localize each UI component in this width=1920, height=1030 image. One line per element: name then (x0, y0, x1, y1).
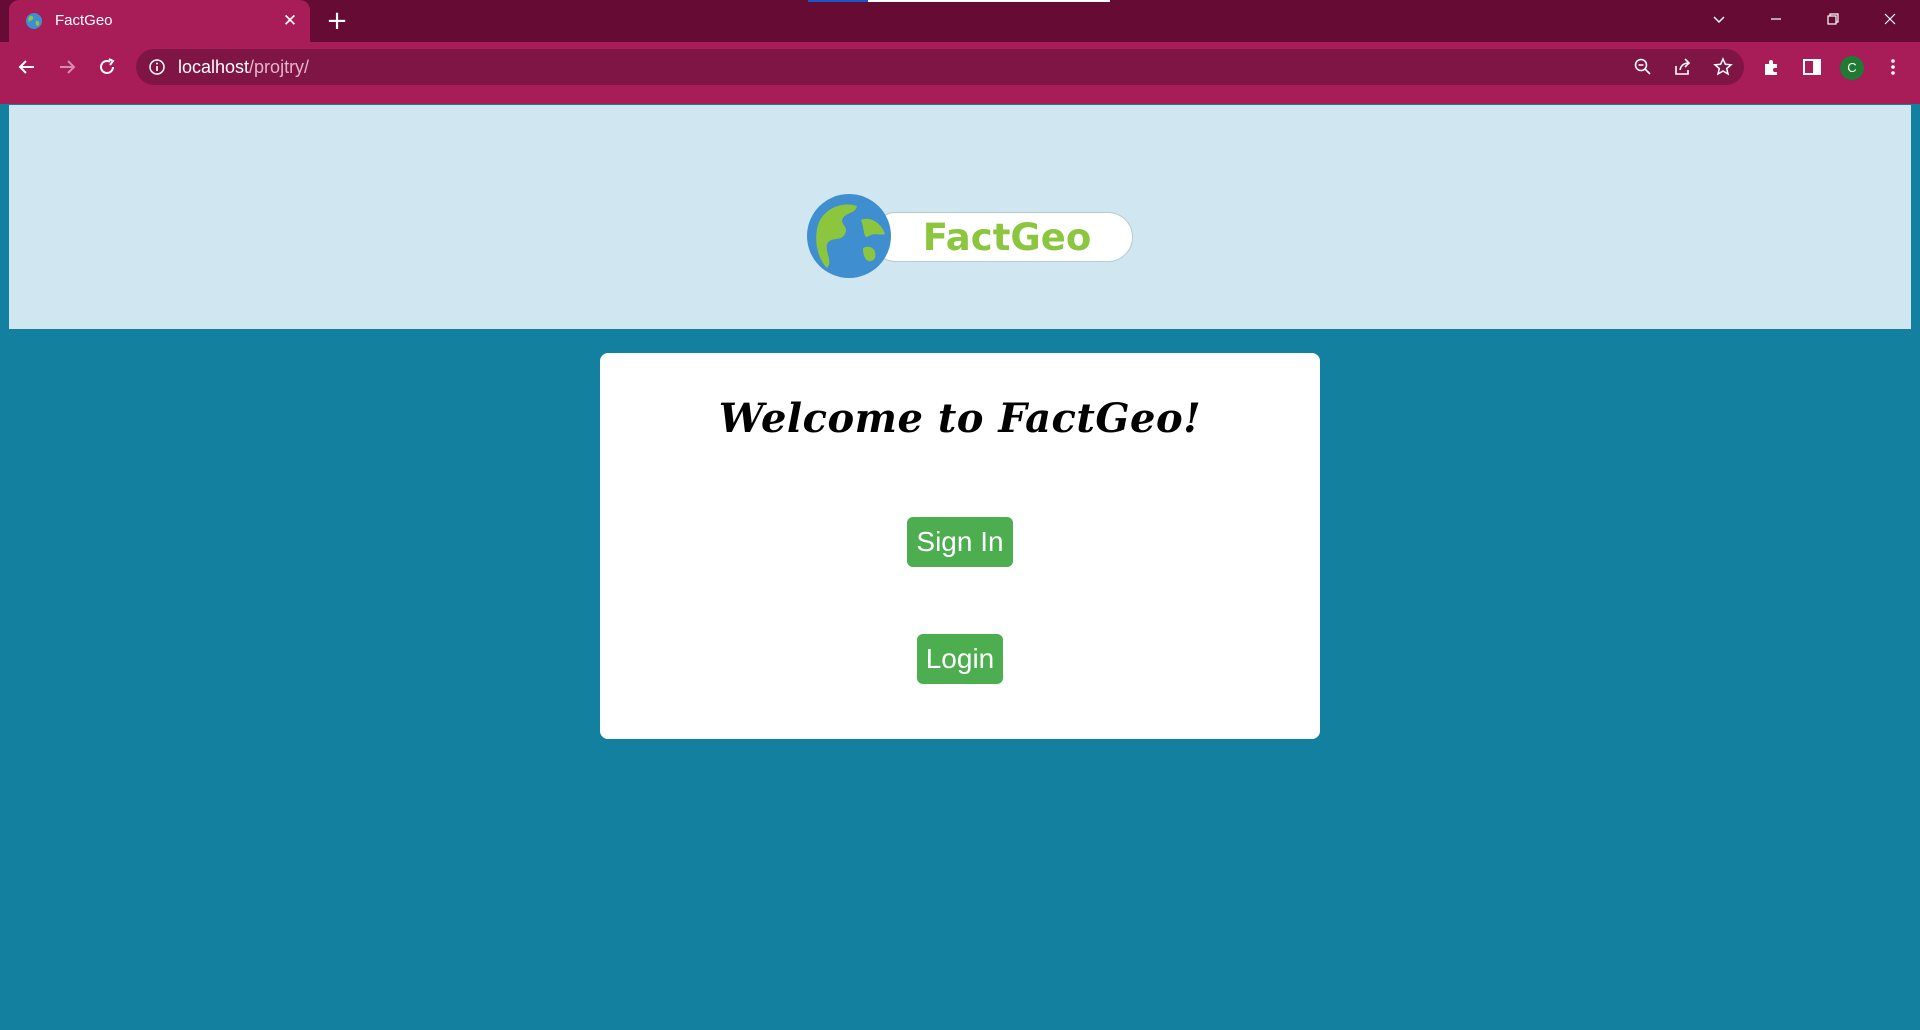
logo-text: FactGeo (922, 216, 1092, 259)
login-button[interactable]: Login (917, 634, 1003, 684)
toolbar-divider (0, 92, 1920, 104)
page-viewport: FactGeo Welcome to FactGeo! Sign In Logi… (0, 104, 1920, 1030)
back-arrow-icon[interactable] (12, 52, 42, 82)
globe-logo-icon[interactable] (805, 192, 893, 280)
extensions-puzzle-icon[interactable] (1759, 54, 1785, 80)
tab-close-icon[interactable]: ✕ (280, 11, 300, 31)
url-path: /projtry/ (249, 57, 310, 77)
logo-pill[interactable]: FactGeo (871, 212, 1133, 262)
sign-in-button[interactable]: Sign In (907, 517, 1013, 567)
new-tab-button[interactable]: + (325, 8, 349, 34)
site-info-icon[interactable] (148, 58, 166, 76)
window-close-icon[interactable] (1870, 4, 1910, 34)
tab-search-chevron-down-icon[interactable] (1699, 4, 1739, 34)
zoom-icon[interactable] (1632, 56, 1654, 78)
welcome-card: Welcome to FactGeo! Sign In Login (600, 353, 1320, 739)
forward-arrow-icon[interactable] (52, 52, 82, 82)
browser-tab[interactable]: FactGeo ✕ (9, 0, 310, 42)
url-text[interactable]: localhost/projtry/ (178, 57, 309, 78)
url-host: localhost (178, 57, 250, 77)
browser-toolbar: localhost/projtry/ C (0, 42, 1920, 92)
site-header: FactGeo (9, 105, 1911, 329)
profile-avatar[interactable]: C (1840, 56, 1864, 80)
welcome-heading: Welcome to FactGeo! (718, 395, 1202, 442)
share-icon[interactable] (1672, 56, 1694, 78)
address-bar[interactable]: localhost/projtry/ (136, 49, 1744, 85)
kebab-menu-icon[interactable] (1880, 54, 1906, 80)
tab-title: FactGeo (55, 12, 113, 29)
loading-indicator (808, 0, 1110, 2)
restore-icon[interactable] (1813, 4, 1853, 34)
minimize-icon[interactable] (1756, 4, 1796, 34)
reload-icon[interactable] (92, 52, 122, 82)
globe-favicon-icon (26, 13, 42, 29)
bookmark-star-icon[interactable] (1712, 56, 1734, 78)
browser-titlebar: FactGeo ✕ + (0, 0, 1920, 42)
side-panel-icon[interactable] (1799, 54, 1825, 80)
